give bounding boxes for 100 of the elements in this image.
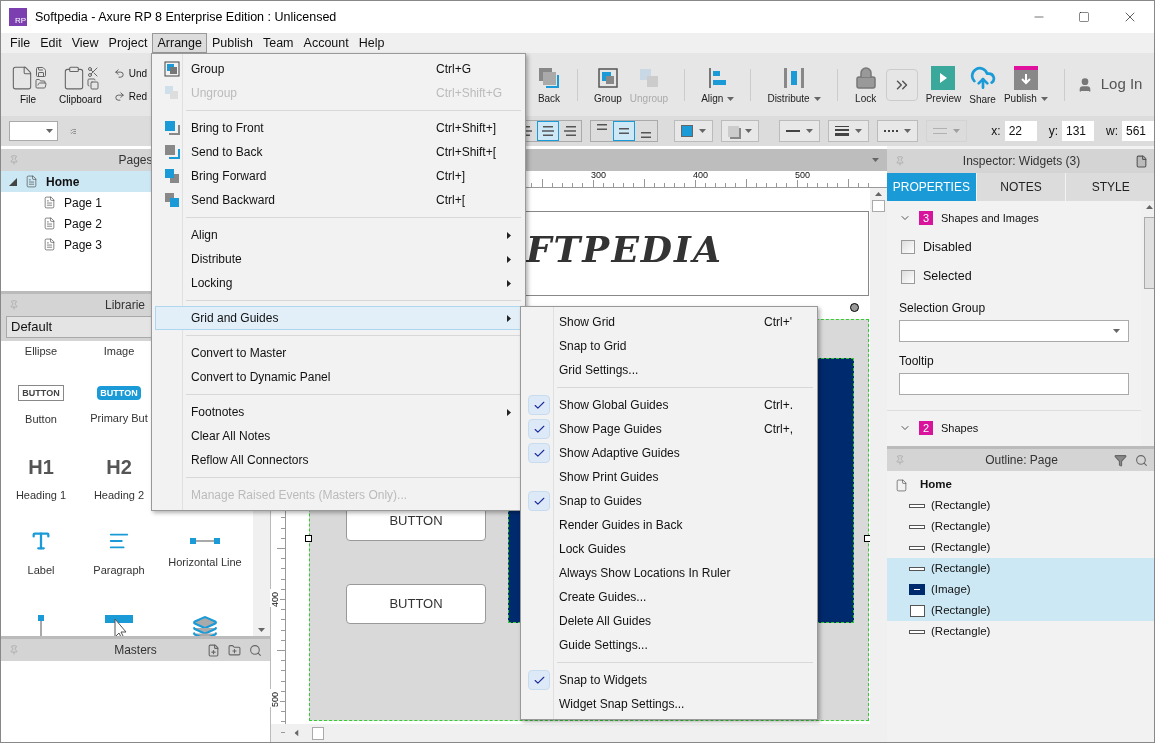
outline-item[interactable]: (Image) [887, 579, 1154, 600]
menu-item[interactable]: Show Page Guides Ctrl+, [524, 417, 814, 441]
toolbar-button[interactable]: Lock [849, 59, 882, 110]
menu-item[interactable]: Widget Snap Settings... [524, 692, 814, 716]
line-color-dropdown[interactable] [779, 120, 821, 142]
library-widget[interactable]: BUTTON Primary But [81, 369, 157, 443]
menu-item[interactable]: Reflow All Connectors [155, 448, 522, 472]
coordinate-field[interactable]: 131 [1062, 121, 1094, 141]
canvas-button[interactable]: BUTTON [346, 584, 486, 624]
rotate-handle[interactable] [850, 303, 859, 312]
menu-item[interactable]: Delete All Guides [524, 609, 814, 633]
menu-item[interactable]: Guide Settings... [524, 633, 814, 657]
rectangle-icon [909, 545, 925, 550]
menu-item[interactable]: Align [155, 223, 522, 247]
coordinate-field[interactable]: 561 [1122, 121, 1154, 141]
menu-item[interactable]: Team [257, 33, 299, 53]
fill-color-dropdown[interactable] [674, 120, 714, 142]
file-button[interactable]: File [9, 64, 47, 105]
toolbar-button[interactable]: Publish [999, 59, 1052, 110]
menu-item[interactable]: File [5, 33, 36, 53]
coordinate-field[interactable]: 22 [1004, 121, 1037, 141]
menu-item[interactable]: Grid Settings... [524, 358, 814, 382]
library-widget[interactable]: Horizontal Line [157, 517, 253, 591]
tooltip-field[interactable] [899, 373, 1129, 395]
menu-item[interactable]: Always Show Locations In Ruler [524, 561, 814, 585]
resize-handle[interactable] [305, 535, 312, 542]
menu-item[interactable]: Project [103, 33, 153, 53]
library-widget[interactable]: Label [1, 517, 81, 591]
resize-handle[interactable] [864, 535, 870, 542]
inspector-tab[interactable]: NOTES [976, 173, 1067, 201]
caret-icon [45, 129, 53, 133]
maximize-icon[interactable] [1078, 11, 1090, 23]
outline-item[interactable]: (Rectangle) [887, 516, 1154, 537]
menu-item[interactable]: Lock Guides [524, 537, 814, 561]
menu-item[interactable]: View [66, 33, 104, 53]
menu-item[interactable]: Snap to Widgets [524, 668, 814, 692]
toolbar-button[interactable]: Group [590, 59, 626, 110]
clipboard-button[interactable]: Clipboard [59, 64, 102, 105]
menu-item[interactable]: Group Ctrl+G [155, 57, 522, 81]
menu-item[interactable]: Show Grid Ctrl+' [524, 310, 814, 334]
toolbar-button[interactable]: Preview [921, 59, 966, 110]
caret-icon [1146, 205, 1153, 209]
menu-item[interactable]: Bring to Front Ctrl+Shift+] [155, 116, 522, 140]
menu-item[interactable]: Footnotes [155, 400, 522, 424]
more-button[interactable] [885, 68, 918, 101]
scrollbar-thumb[interactable] [872, 200, 885, 212]
outline-item[interactable]: (Rectangle) [887, 537, 1154, 558]
menu-item[interactable]: Edit [35, 33, 67, 53]
menu-item[interactable]: Send to Back Ctrl+Shift+[ [155, 140, 522, 164]
toolbar-button[interactable]: Back [533, 59, 565, 110]
library-widget[interactable]: H1 Heading 1 [1, 443, 81, 517]
menu-item[interactable]: Show Adaptive Guides [524, 441, 814, 465]
menu-item[interactable]: Locking [155, 271, 522, 295]
outline-item[interactable]: (Rectangle) [887, 600, 1154, 621]
search-icon [1135, 453, 1148, 467]
page-icon [895, 478, 908, 492]
menu-item[interactable]: Render Guides in Back [524, 513, 814, 537]
line-style-dropdown[interactable] [877, 120, 919, 142]
menu-item[interactable]: Account [298, 33, 354, 53]
checkbox[interactable] [901, 269, 915, 284]
menu-item[interactable]: Show Global Guides Ctrl+. [524, 393, 814, 417]
menu-item[interactable]: Grid and Guides [155, 306, 522, 330]
align-icon [564, 126, 577, 136]
menu-item[interactable]: Arrange [152, 33, 207, 53]
valign-button[interactable] [613, 121, 636, 141]
heading-icon: H1 [28, 456, 54, 477]
login-button[interactable]: Log In [1076, 73, 1143, 96]
library-widget[interactable]: BUTTON Button [1, 369, 81, 443]
scrollbar-thumb[interactable] [312, 726, 324, 740]
toolbar-button[interactable]: Align [697, 59, 739, 110]
shadow-dropdown[interactable] [721, 120, 760, 142]
selection-group-dropdown[interactable] [899, 320, 1129, 342]
menu-item[interactable]: Distribute [155, 247, 522, 271]
menu-item[interactable]: Show Print Guides [524, 465, 814, 489]
undo-button[interactable]: Und [113, 65, 148, 81]
menu-item[interactable]: Convert to Master [155, 341, 522, 365]
menu-item[interactable]: Create Guides... [524, 585, 814, 609]
library-widget[interactable]: Ellipse [1, 341, 81, 369]
align-button[interactable] [537, 121, 560, 141]
library-widget[interactable]: Paragraph [81, 517, 157, 591]
outline-item[interactable]: Home [887, 471, 1154, 493]
menu-item[interactable]: Snap to Guides [524, 489, 814, 513]
menu-item[interactable]: Help [353, 33, 390, 53]
menu-item[interactable]: Convert to Dynamic Panel [155, 365, 522, 389]
outline-item[interactable]: (Rectangle) [887, 495, 1154, 516]
menu-item[interactable]: Snap to Grid [524, 334, 814, 358]
redo-button[interactable]: Red [113, 88, 148, 104]
menu-item[interactable]: Clear All Notes [155, 424, 522, 448]
inspector-tab[interactable]: STYLE [1066, 173, 1154, 201]
checkbox[interactable] [901, 239, 915, 254]
toolbar-button[interactable]: Distribute [763, 59, 825, 110]
menu-item[interactable]: Publish [206, 33, 258, 53]
line-weight-dropdown[interactable] [828, 120, 870, 142]
font-dropdown[interactable] [9, 121, 58, 141]
outline-item[interactable]: (Rectangle) [887, 558, 1154, 579]
toolbar-button[interactable]: Share [965, 59, 1000, 110]
scrollbar-thumb[interactable] [1143, 217, 1154, 289]
outline-item[interactable]: (Rectangle) [887, 621, 1154, 642]
valign-icon [641, 132, 652, 138]
pin-icon [9, 645, 19, 655]
